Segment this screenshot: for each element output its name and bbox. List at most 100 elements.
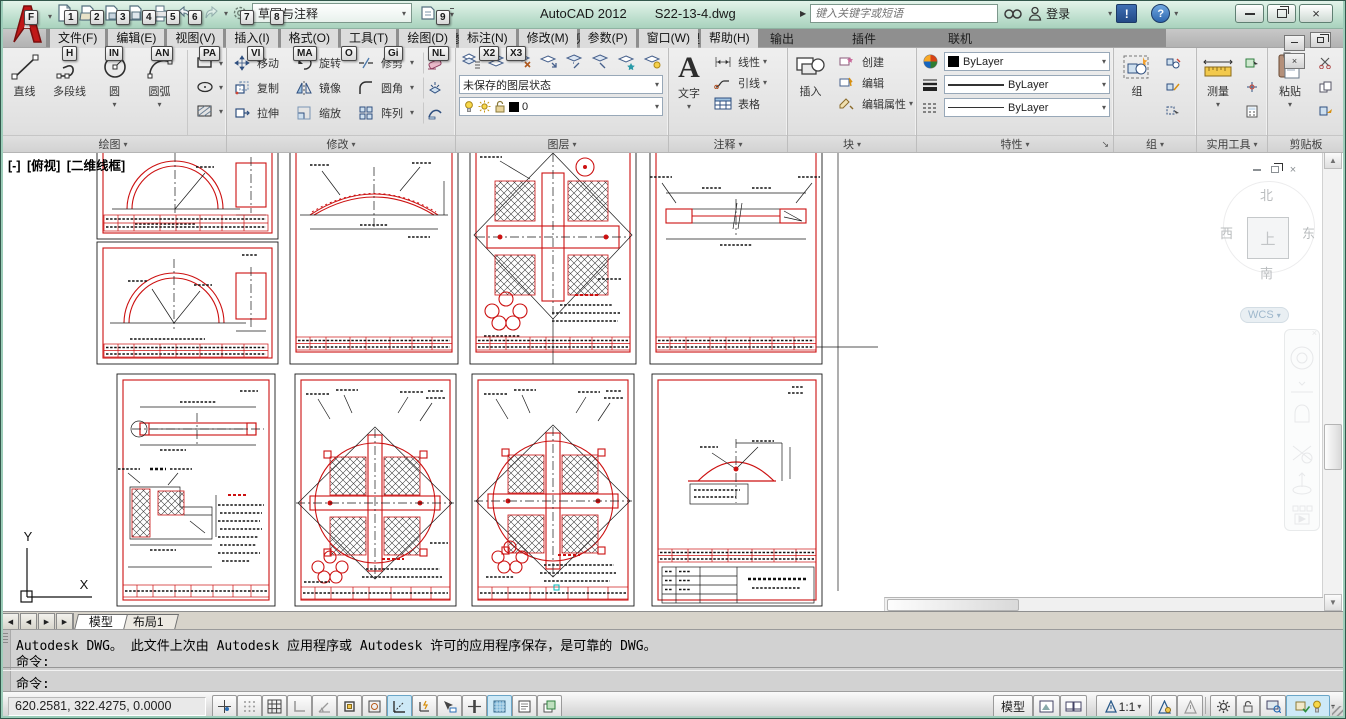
panel-label-clipboard[interactable]: 剪贴板 bbox=[1268, 135, 1344, 152]
doc-minimize-button[interactable] bbox=[1284, 35, 1305, 51]
array-icon[interactable] bbox=[354, 102, 378, 124]
drawing-sheet-6[interactable] bbox=[295, 374, 456, 606]
ribbon-tab-plugins[interactable]: 插件 bbox=[852, 30, 876, 47]
insert-block-button[interactable]: 插入 bbox=[791, 50, 830, 135]
leader-button[interactable]: 引线 bbox=[738, 75, 760, 91]
viewcube-west[interactable]: 西 bbox=[1220, 223, 1233, 242]
doc-close-button[interactable]: × bbox=[1284, 53, 1305, 69]
tab-last-button[interactable]: ▶ bbox=[56, 613, 74, 630]
layer-sun-icon[interactable] bbox=[478, 100, 491, 113]
qat-overflow-dropdown[interactable]: ▾ bbox=[450, 8, 454, 19]
viewcube-north[interactable]: 北 bbox=[1260, 185, 1273, 204]
panel-label-utilities[interactable]: 实用工具▾ bbox=[1197, 135, 1267, 152]
horizontal-scrollbar[interactable] bbox=[884, 597, 1323, 611]
stretch-icon[interactable] bbox=[230, 102, 254, 124]
viewport-visualstyle-control[interactable]: [二维线框] bbox=[67, 159, 125, 173]
ribbon-tab-output[interactable]: 输出 bbox=[770, 30, 794, 47]
scale-button[interactable]: 缩放 bbox=[319, 105, 351, 121]
layer-isolate-icon[interactable] bbox=[537, 50, 561, 72]
drawing-minimize-button[interactable] bbox=[1248, 163, 1266, 176]
drawing-sheet-1b[interactable] bbox=[97, 242, 278, 364]
command-window-grip[interactable] bbox=[0, 630, 11, 692]
linetype-dropdown[interactable]: ByLayer ▾ bbox=[944, 98, 1110, 117]
linear-dim-icon[interactable] bbox=[711, 51, 735, 73]
drawing-sheet-7[interactable] bbox=[472, 374, 634, 606]
tab-first-button[interactable]: ◀ bbox=[1, 613, 19, 630]
table-button[interactable]: 表格 bbox=[738, 96, 760, 112]
isolate-objects-group[interactable] bbox=[1286, 695, 1330, 718]
object-snap-toggle[interactable] bbox=[337, 695, 362, 718]
workspace-switching-button[interactable] bbox=[1210, 695, 1236, 718]
panel-label-draw[interactable]: 绘图▾ bbox=[0, 135, 226, 152]
qat-redo-dropdown[interactable]: ▾ bbox=[224, 9, 228, 18]
grid-snap-toggle[interactable] bbox=[237, 695, 262, 718]
drawing-restore-button[interactable] bbox=[1266, 163, 1284, 176]
command-input[interactable]: 命令: bbox=[16, 673, 50, 692]
layer-lock-icon[interactable] bbox=[494, 100, 506, 113]
properties-dialog-launcher[interactable]: ↘ bbox=[1101, 139, 1109, 150]
create-block-button[interactable]: 创建 bbox=[862, 54, 884, 70]
tab-model[interactable]: 模型 bbox=[74, 614, 128, 630]
measure-button[interactable]: 测量 ▾ bbox=[1200, 50, 1236, 135]
edit-block-icon[interactable] bbox=[835, 72, 859, 94]
array-button[interactable]: 阵列 bbox=[381, 105, 407, 121]
navbar-close-icon[interactable]: × bbox=[1312, 328, 1317, 338]
layer-on-icon[interactable] bbox=[641, 50, 665, 72]
panel-label-group[interactable]: 组▾ bbox=[1114, 135, 1196, 152]
3d-object-snap-toggle[interactable] bbox=[362, 695, 387, 718]
group-button[interactable]: 组 bbox=[1117, 50, 1157, 135]
polar-tracking-toggle[interactable] bbox=[312, 695, 337, 718]
doc-restore-button[interactable] bbox=[1310, 32, 1331, 48]
arc-dropdown[interactable]: ▾ bbox=[157, 100, 161, 109]
lineweight-icon[interactable] bbox=[920, 76, 940, 93]
circle-button[interactable]: 圆 ▾ bbox=[93, 50, 136, 135]
menu-file[interactable]: 文件(F) bbox=[50, 29, 105, 48]
model-space-button[interactable]: 模型 bbox=[993, 695, 1033, 718]
calculator-icon[interactable] bbox=[1240, 100, 1264, 122]
explode-icon[interactable] bbox=[423, 77, 447, 99]
drawing-close-button[interactable]: × bbox=[1284, 163, 1302, 176]
panel-label-layers[interactable]: 图层▾ bbox=[456, 135, 668, 152]
text-button[interactable]: A 文字 ▾ bbox=[672, 50, 706, 135]
ortho-mode-toggle[interactable] bbox=[287, 695, 312, 718]
join-icon[interactable] bbox=[423, 102, 447, 124]
lineweight-display-toggle[interactable] bbox=[462, 695, 487, 718]
table-icon[interactable] bbox=[711, 93, 735, 115]
layer-state-icon[interactable] bbox=[615, 50, 639, 72]
viewport-view-control[interactable]: [俯视] bbox=[27, 159, 60, 173]
transparency-toggle[interactable] bbox=[487, 695, 512, 718]
infocenter-expander-icon[interactable]: ▶ bbox=[800, 9, 806, 18]
quick-properties-toggle[interactable] bbox=[512, 695, 537, 718]
edit-attribute-icon[interactable] bbox=[835, 94, 859, 113]
qat-redo-icon[interactable] bbox=[202, 3, 222, 23]
object-color-icon[interactable] bbox=[920, 53, 940, 70]
create-block-icon[interactable] bbox=[835, 51, 859, 73]
dynamic-input-toggle[interactable] bbox=[437, 695, 462, 718]
linear-dim-button[interactable]: 线性 bbox=[738, 54, 760, 70]
match-properties-icon[interactable] bbox=[1313, 100, 1337, 122]
stretch-button[interactable]: 拉伸 bbox=[257, 105, 289, 121]
hscroll-thumb[interactable] bbox=[887, 599, 1019, 611]
vertical-scrollbar[interactable]: ▲ ▼ bbox=[1322, 151, 1342, 611]
scroll-down-button[interactable]: ▼ bbox=[1324, 594, 1342, 611]
viewcube-east[interactable]: 东 bbox=[1302, 223, 1315, 242]
signin-dropdown[interactable]: ▾ bbox=[1108, 9, 1112, 18]
scroll-thumb[interactable] bbox=[1324, 424, 1342, 470]
annotation-scale-button[interactable]: 1:1 ▾ bbox=[1096, 695, 1150, 718]
layer-unfreeze-icon[interactable] bbox=[589, 50, 613, 72]
dynamic-ucs-toggle[interactable] bbox=[412, 695, 437, 718]
exchange-apps-button[interactable]: ! bbox=[1116, 4, 1137, 23]
annotation-autoscale-button[interactable] bbox=[1177, 695, 1203, 718]
drawing-sheet-3[interactable] bbox=[470, 151, 636, 364]
trim-icon[interactable] bbox=[354, 52, 378, 74]
edit-block-button[interactable]: 编辑 bbox=[862, 75, 884, 91]
panel-label-block[interactable]: 块▾ bbox=[788, 135, 916, 152]
ungroup-icon[interactable] bbox=[1161, 52, 1185, 74]
quick-view-drawings-button[interactable] bbox=[1060, 695, 1087, 718]
object-snap-tracking-toggle[interactable] bbox=[387, 695, 412, 718]
edit-attribute-button[interactable]: 编辑属性 bbox=[862, 96, 906, 112]
circle-dropdown[interactable]: ▾ bbox=[112, 100, 116, 109]
menu-modify[interactable]: 修改(M) bbox=[519, 29, 577, 48]
panel-label-properties[interactable]: 特性▾↘ bbox=[917, 135, 1113, 152]
help-button[interactable]: ? bbox=[1151, 4, 1170, 23]
